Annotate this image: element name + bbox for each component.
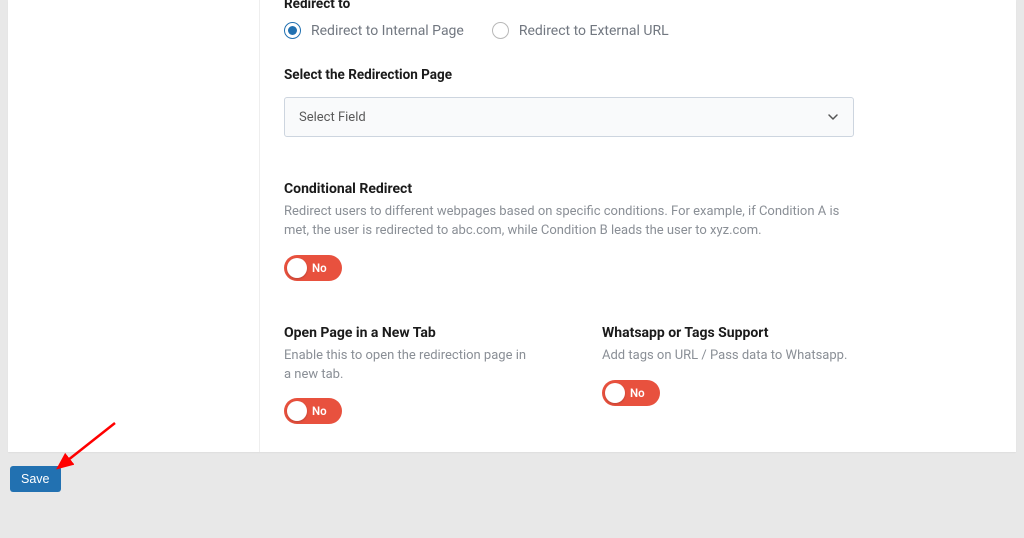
radio-internal-page[interactable]: Redirect to Internal Page: [284, 22, 464, 39]
conditional-redirect-block: Conditional Redirect Redirect users to d…: [284, 181, 992, 281]
redirection-page-select[interactable]: Select Field: [284, 97, 854, 137]
radio-icon: [284, 22, 301, 39]
select-value: Select Field: [299, 110, 366, 125]
toggle-text: No: [312, 261, 327, 275]
radio-label: Redirect to Internal Page: [311, 23, 464, 39]
block-desc: Add tags on URL / Pass data to Whatsapp.: [602, 347, 852, 366]
block-title: Conditional Redirect: [284, 181, 992, 197]
radio-icon: [492, 22, 509, 39]
redirect-to-label: Redirect to: [284, 0, 992, 12]
content-area: Redirect to Redirect to Internal Page Re…: [260, 0, 1016, 452]
conditional-redirect-toggle[interactable]: No: [284, 255, 342, 281]
toggle-knob: [287, 258, 307, 278]
toggle-knob: [605, 383, 625, 403]
block-title: Open Page in a New Tab: [284, 325, 564, 341]
whatsapp-toggle[interactable]: No: [602, 380, 660, 406]
select-page-label: Select the Redirection Page: [284, 67, 992, 83]
sidebar: [8, 0, 260, 452]
redirect-to-options: Redirect to Internal Page Redirect to Ex…: [284, 22, 992, 39]
whatsapp-block: Whatsapp or Tags Support Add tags on URL…: [602, 325, 882, 425]
save-button[interactable]: Save: [10, 466, 61, 492]
new-tab-block: Open Page in a New Tab Enable this to op…: [284, 325, 564, 425]
new-tab-toggle[interactable]: No: [284, 398, 342, 424]
toggle-knob: [287, 401, 307, 421]
radio-label: Redirect to External URL: [519, 23, 669, 39]
settings-panel: Redirect to Redirect to Internal Page Re…: [8, 0, 1016, 452]
toggle-text: No: [312, 404, 327, 418]
block-title: Whatsapp or Tags Support: [602, 325, 882, 341]
block-desc: Enable this to open the redirection page…: [284, 347, 534, 385]
chevron-down-icon: [827, 111, 839, 123]
block-desc: Redirect users to different webpages bas…: [284, 203, 844, 241]
radio-external-url[interactable]: Redirect to External URL: [492, 22, 669, 39]
toggle-text: No: [630, 386, 645, 400]
